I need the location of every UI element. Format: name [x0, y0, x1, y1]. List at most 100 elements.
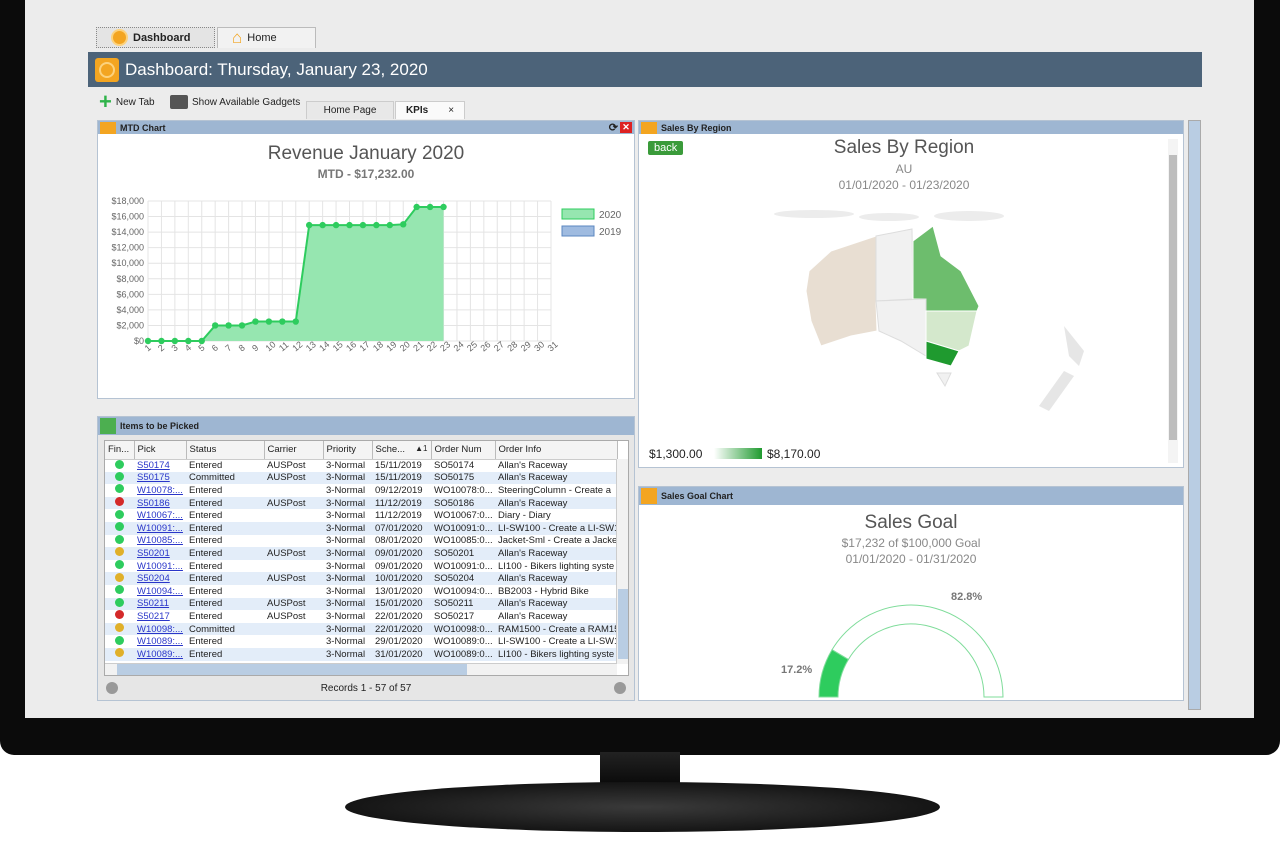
column-header[interactable]: Status — [186, 441, 265, 460]
table-row[interactable]: S50175 Committed AUSPost 3-Normal 15/11/2019… — [105, 471, 617, 485]
status-cell: Entered — [186, 547, 264, 560]
pick-link[interactable]: W10098:... — [134, 622, 186, 636]
order-info-cell: Allan's Raceway — [495, 547, 617, 560]
tab-label: Home Page — [323, 105, 377, 116]
data-point — [386, 221, 393, 229]
data-point — [346, 221, 353, 229]
pick-link[interactable]: W10089:... — [134, 635, 186, 648]
next-page-icon[interactable] — [614, 682, 626, 694]
pick-link[interactable]: S50211 — [134, 597, 186, 611]
table-row[interactable]: W10094:... Entered 3-Normal 13/01/2020 WO100… — [105, 585, 617, 598]
column-header[interactable]: Order Info — [495, 441, 618, 460]
data-point — [198, 337, 205, 345]
page-scrollbar[interactable] — [1188, 120, 1201, 710]
region-wa[interactable] — [805, 235, 878, 347]
pick-link[interactable]: W10078:... — [134, 484, 186, 497]
data-point — [373, 221, 380, 229]
panel-header: MTD Chart ⟳ ✕ — [98, 121, 634, 134]
table-row[interactable]: W10085:... Entered 3-Normal 08/01/2020 WO100… — [105, 534, 617, 548]
table-row[interactable]: W10091:... Entered 3-Normal 07/01/2020 WO100… — [105, 521, 617, 535]
table-row[interactable]: S50201 Entered AUSPost 3-Normal 09/01/2020 SO… — [105, 547, 617, 560]
data-point — [359, 221, 367, 229]
show-gadgets-label: Show Available Gadgets — [192, 96, 301, 108]
column-header[interactable]: Fin... — [105, 441, 135, 460]
pick-link[interactable]: W10067:... — [134, 509, 186, 522]
column-header[interactable]: Pick — [134, 441, 187, 460]
pick-link[interactable]: S50174 — [134, 459, 186, 472]
carrier-cell — [264, 585, 323, 598]
table-row[interactable]: W10098:... Committed 3-Normal 22/01/2020 WO1… — [105, 622, 617, 636]
sort-asc-icon[interactable]: ▲1 — [415, 444, 427, 453]
order-info-cell: LI100 - Bikers lighting syste — [498, 560, 615, 572]
pick-link[interactable]: S50204 — [134, 572, 186, 585]
priority-cell: 3-Normal — [323, 622, 372, 636]
pick-link[interactable]: W10091:... — [134, 560, 186, 573]
region-tas[interactable] — [936, 372, 952, 388]
carrier-cell — [264, 484, 323, 497]
order-info-cell: Allan's Raceway — [495, 572, 617, 585]
tab-kpis[interactable]: KPIs × — [395, 101, 465, 119]
remaining-label: 82.8% — [951, 591, 982, 603]
table-row[interactable]: S50174 Entered AUSPost 3-Normal 15/11/2019 SO… — [105, 459, 617, 472]
pick-link[interactable]: W10094:... — [134, 585, 186, 598]
table-row[interactable]: W10089:... Entered 3-Normal 29/01/2020 WO100… — [105, 635, 617, 648]
carrier-cell: AUSPost — [264, 496, 323, 510]
horizontal-scrollbar[interactable] — [105, 663, 617, 675]
data-point — [225, 322, 232, 329]
status-cell: Committed — [186, 622, 264, 636]
priority-cell: 3-Normal — [326, 535, 366, 547]
table-row[interactable]: W10078:... Entered 3-Normal 09/12/2019 WO100… — [105, 484, 617, 497]
order-num-cell: WO10089:0... — [434, 636, 493, 648]
pick-link[interactable]: S50201 — [134, 547, 186, 560]
pick-link[interactable]: W10089:... — [134, 647, 186, 661]
table-row[interactable]: W10067:... Entered 3-Normal 11/12/2019 WO100… — [105, 509, 617, 522]
status-dot-icon — [105, 484, 134, 497]
refresh-icon[interactable]: ⟳ — [609, 121, 618, 134]
table-row[interactable]: S50204 Entered AUSPost 3-Normal 10/01/2020 SO… — [105, 572, 617, 585]
data-point — [332, 221, 340, 229]
column-header[interactable]: Carrier — [264, 441, 324, 460]
table-row[interactable]: W10089:... Entered 3-Normal 31/01/2020 WO100… — [105, 647, 617, 661]
status-dot-icon — [105, 471, 134, 485]
tab-home-page[interactable]: Home Page — [306, 101, 394, 119]
tab-home[interactable]: ⌂ Home — [217, 27, 316, 48]
legend-label: 2020 — [599, 210, 622, 221]
table-row[interactable]: S50217 Entered AUSPost 3-Normal 22/01/2020 SO… — [105, 610, 617, 623]
y-tick-label: $12,000 — [111, 243, 144, 253]
schedule-cell: 13/01/2020 — [375, 585, 423, 597]
pick-link[interactable]: S50217 — [134, 610, 186, 623]
new-tab-button[interactable]: + New Tab — [99, 91, 155, 113]
x-tick-label: 6 — [210, 342, 220, 353]
status-dot-icon — [105, 534, 134, 548]
column-header[interactable]: Sche... ▲1 — [372, 441, 432, 460]
region-sa[interactable] — [875, 298, 927, 357]
region-nt[interactable] — [875, 228, 914, 302]
x-tick-label: 9 — [250, 342, 260, 353]
schedule-cell: 22/01/2020 — [375, 610, 423, 622]
table-row[interactable]: S50211 Entered AUSPost 3-Normal 15/01/2020 SO… — [105, 597, 617, 611]
column-header[interactable]: Priority — [323, 441, 373, 460]
pick-link[interactable]: S50175 — [134, 471, 186, 485]
show-gadgets-button[interactable]: Show Available Gadgets — [170, 95, 300, 109]
close-tab-icon[interactable]: × — [448, 105, 454, 116]
order-info-cell: Allan's Raceway — [495, 597, 617, 611]
region-qld[interactable] — [912, 225, 980, 312]
close-panel-icon[interactable]: ✕ — [620, 122, 632, 133]
schedule-cell: 15/11/2019 — [375, 460, 422, 472]
page-title: Dashboard: Thursday, January 23, 2020 — [125, 59, 428, 79]
pick-link[interactable]: W10085:... — [134, 535, 186, 548]
vertical-scrollbar[interactable] — [616, 459, 628, 664]
panel-header: Items to be Picked — [98, 417, 634, 435]
table-row[interactable]: W10091:... Entered 3-Normal 09/01/2020 WO100… — [105, 560, 617, 573]
table-row[interactable]: S50186 Entered AUSPost 3-Normal 11/12/2019 SO… — [105, 496, 617, 510]
y-tick-label: $18,000 — [111, 196, 144, 206]
status-dot-icon — [105, 622, 134, 636]
order-info-cell: BB2003 - Hybrid Bike — [498, 585, 589, 597]
pick-link[interactable]: S50186 — [134, 496, 186, 510]
panel-title: MTD Chart — [120, 122, 166, 133]
clipboard-icon — [100, 418, 116, 434]
column-header[interactable]: Order Num — [431, 441, 496, 460]
map-scrollbar[interactable] — [1168, 139, 1178, 463]
tab-dashboard[interactable]: Dashboard — [96, 27, 215, 48]
pick-link[interactable]: W10091:... — [134, 521, 186, 535]
